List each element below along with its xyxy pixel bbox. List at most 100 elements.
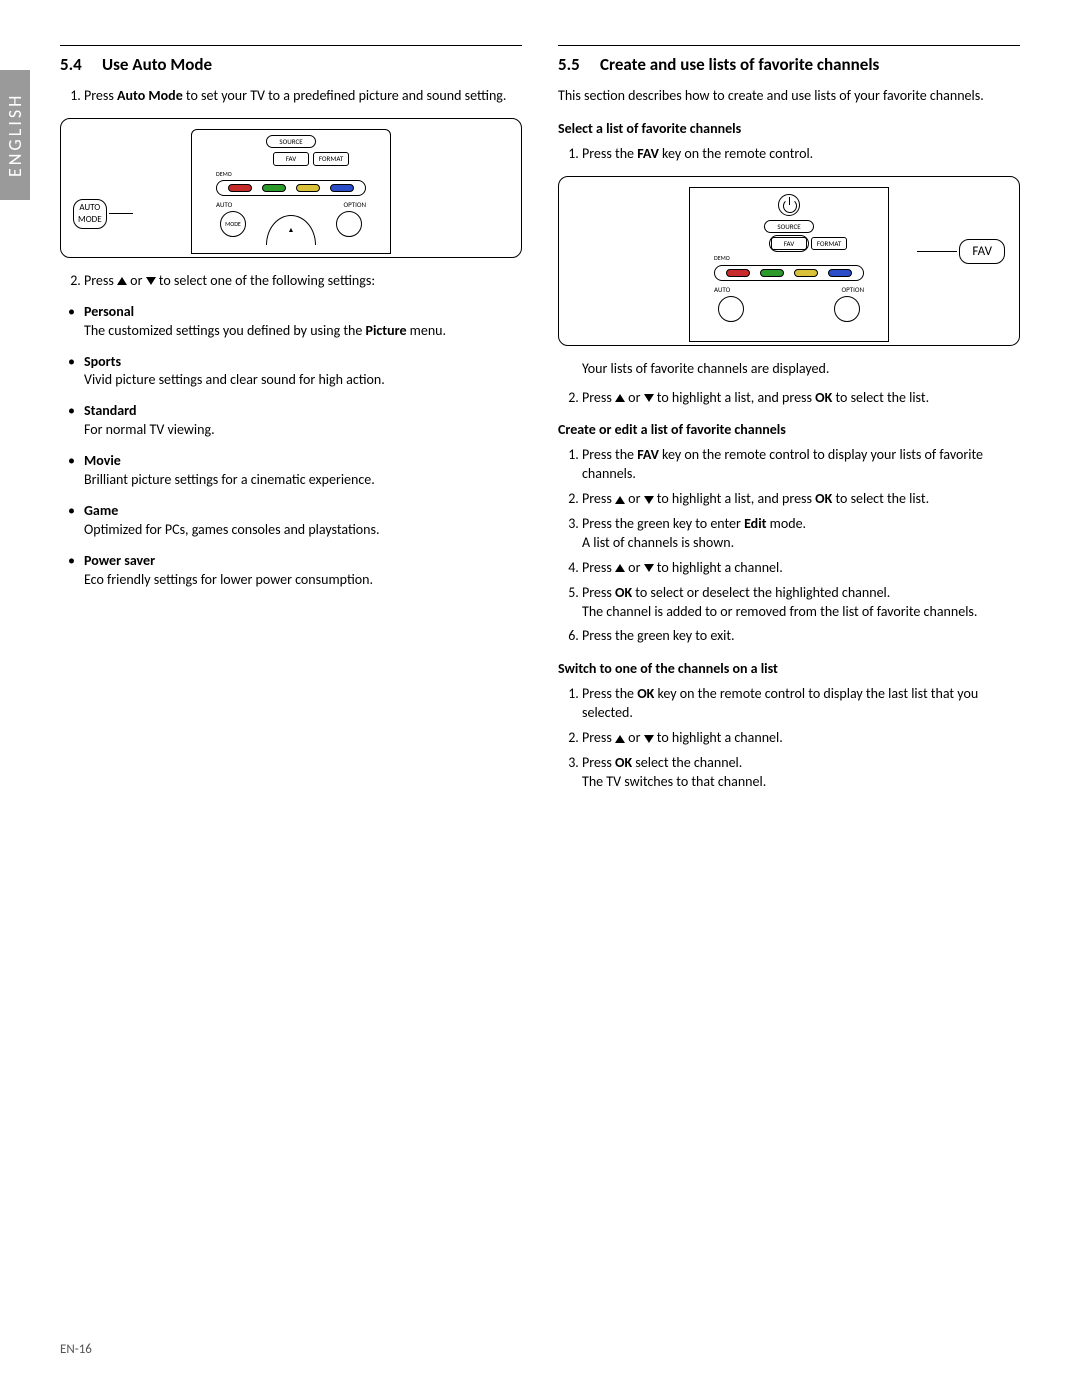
mode-desc: Optimized for PCs, games consoles and pl… xyxy=(84,521,380,538)
text: Press xyxy=(582,584,615,601)
yellow-key-icon xyxy=(296,184,320,192)
up-arrow-icon xyxy=(117,277,127,285)
mode-desc: For normal TV viewing. xyxy=(84,421,215,438)
text: to select one of the following settings: xyxy=(156,272,376,289)
knob-row: MODE xyxy=(206,211,376,245)
mode-desc: Eco friendly settings for lower power co… xyxy=(84,571,373,588)
text: Press the xyxy=(582,685,637,702)
mode-name: Standard xyxy=(84,402,522,421)
page-number: EN-16 xyxy=(60,1341,92,1359)
bold: Picture xyxy=(366,322,407,339)
steps-list: Press Auto Mode to set your TV to a pred… xyxy=(60,87,522,106)
mode-knob xyxy=(718,296,744,322)
after-diagram-text: Your lists of favorite channels are disp… xyxy=(582,360,1020,379)
subhead-select-list: Select a list of favorite channels xyxy=(558,120,1020,139)
auto-label: AUTO xyxy=(714,285,730,294)
color-row xyxy=(714,265,864,281)
modes-list: Personal The customized settings you def… xyxy=(60,303,522,590)
callout-fav: FAV xyxy=(917,239,1005,265)
remote-diagram-automode: AUTO MODE SOURCE FAV FORMAT DEMO xyxy=(60,118,522,258)
text: or xyxy=(625,729,644,746)
option-knob xyxy=(834,296,860,322)
text: to select the list. xyxy=(832,490,929,507)
text: Press xyxy=(84,272,117,289)
mode-name: Game xyxy=(84,502,522,521)
step-1: Press the FAV key on the remote control … xyxy=(582,446,1020,484)
lead-line xyxy=(109,213,133,214)
step-1: Press the OK key on the remote control t… xyxy=(582,685,1020,723)
option-label: OPTION xyxy=(841,285,864,294)
steps-switch: Press the OK key on the remote control t… xyxy=(558,685,1020,791)
text: key on the remote control. xyxy=(659,145,813,162)
text: to highlight a channel. xyxy=(654,559,783,576)
remote-body: SOURCE FAV FORMAT DEMO AUTO OPTION xyxy=(689,187,889,342)
section-heading-5-5: 5.5Create and use lists of favorite chan… xyxy=(558,54,1020,77)
source-button: SOURCE xyxy=(266,135,316,148)
blue-key-icon xyxy=(330,184,354,192)
up-arrow-icon xyxy=(615,735,625,743)
up-arrow-icon xyxy=(615,394,625,402)
text: to highlight a list, and press xyxy=(654,490,816,507)
mode-name: Power saver xyxy=(84,552,522,571)
auto-label: AUTO xyxy=(216,200,232,209)
step-6: Press the green key to exit. xyxy=(582,627,1020,646)
mode-powersaver: Power saver Eco friendly settings for lo… xyxy=(84,552,522,590)
mode-game: Game Optimized for PCs, games consoles a… xyxy=(84,502,522,540)
callout-box: AUTO MODE xyxy=(73,199,107,229)
text: or xyxy=(625,389,644,406)
bold: FAV xyxy=(637,145,659,162)
mode-movie: Movie Brilliant picture settings for a c… xyxy=(84,452,522,490)
up-arrow-icon xyxy=(615,496,625,504)
up-arrow-icon xyxy=(615,564,625,572)
bold: OK xyxy=(815,490,832,507)
text: to highlight a channel. xyxy=(654,729,783,746)
demo-label: DEMO xyxy=(714,254,864,262)
step-2: Press or to highlight a list, and press … xyxy=(582,389,1020,408)
nav-knob-icon xyxy=(266,215,316,245)
text: to highlight a list, and press xyxy=(654,389,816,406)
option-label: OPTION xyxy=(343,200,366,209)
callout-line1: AUTO xyxy=(78,202,102,214)
section-heading-5-4: 5.4Use Auto Mode xyxy=(60,54,522,77)
remote-body: SOURCE FAV FORMAT DEMO AUTO OPTION xyxy=(191,129,391,254)
text: Press the xyxy=(582,145,637,162)
text: A list of channels is shown. xyxy=(582,534,734,551)
rule xyxy=(558,45,1020,46)
text: to set your TV to a predefined picture a… xyxy=(183,87,507,104)
section-title: Use Auto Mode xyxy=(102,54,212,75)
format-button: FORMAT xyxy=(811,237,847,250)
blue-key-icon xyxy=(828,269,852,277)
demo-label: DEMO xyxy=(216,170,366,178)
language-tab: ENGLISH xyxy=(0,70,30,200)
step-4: Press or to highlight a channel. xyxy=(582,559,1020,578)
text: or xyxy=(625,559,644,576)
text: The TV switches to that channel. xyxy=(582,773,766,790)
text: Press the xyxy=(582,446,637,463)
step-1: Press Auto Mode to set your TV to a pred… xyxy=(84,87,522,106)
mode-name: Personal xyxy=(84,303,522,322)
yellow-key-icon xyxy=(794,269,818,277)
right-column: 5.5Create and use lists of favorite chan… xyxy=(558,45,1020,804)
text: to select the list. xyxy=(832,389,929,406)
lead-line xyxy=(917,251,957,252)
button-row: FAV FORMAT xyxy=(192,152,390,165)
text: menu. xyxy=(407,322,447,339)
text: Press xyxy=(582,490,615,507)
mode-desc: Brilliant picture settings for a cinemat… xyxy=(84,471,375,488)
text: Press xyxy=(582,559,615,576)
mode-name: Movie xyxy=(84,452,522,471)
bold: Auto Mode xyxy=(117,87,183,104)
step-3: Press OK select the channel. The TV swit… xyxy=(582,754,1020,792)
color-row xyxy=(216,180,366,196)
mode-name: Sports xyxy=(84,353,522,372)
fav-button-highlighted: FAV xyxy=(771,237,807,250)
mode-knob: MODE xyxy=(220,211,246,237)
text: select the channel. xyxy=(632,754,742,771)
text: mode. xyxy=(767,515,807,532)
down-arrow-icon xyxy=(644,564,654,572)
text: to select or deselect the highlighted ch… xyxy=(632,584,890,601)
power-icon xyxy=(778,194,800,216)
text: or xyxy=(625,490,644,507)
callout-box: FAV xyxy=(959,239,1005,265)
down-arrow-icon xyxy=(146,277,156,285)
